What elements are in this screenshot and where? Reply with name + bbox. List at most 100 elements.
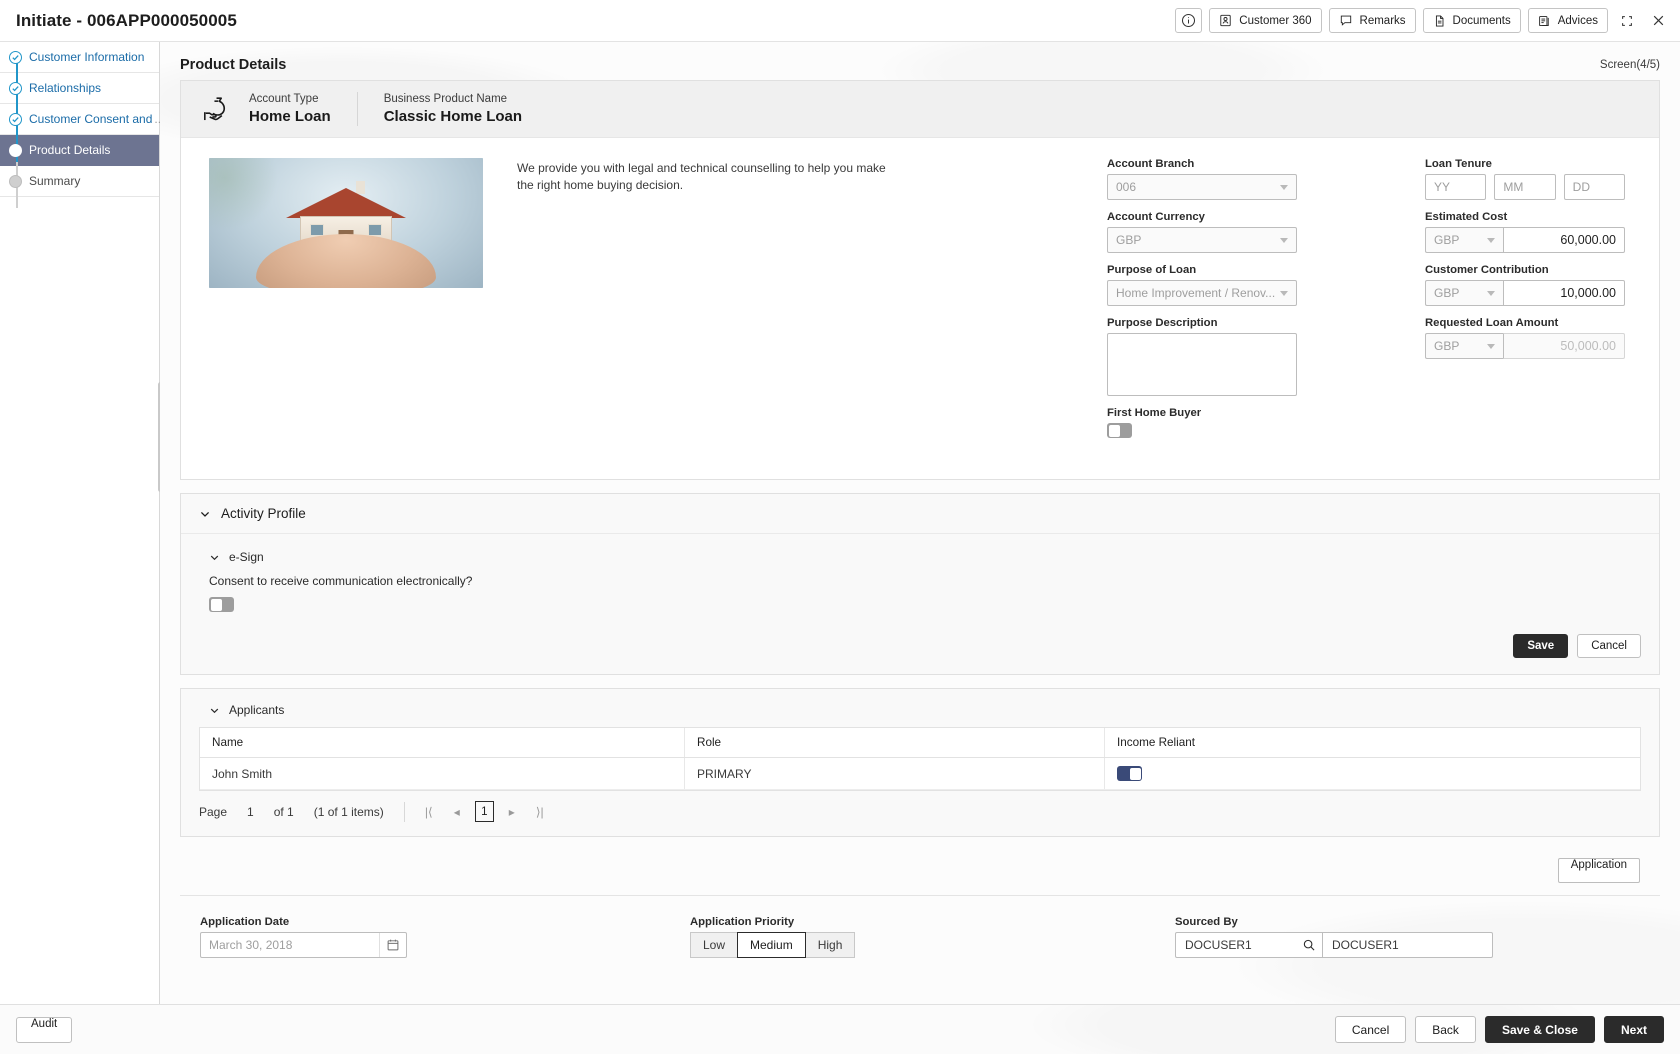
pagination-current-page[interactable]: 1: [474, 801, 494, 822]
sourced-by-name-input[interactable]: DOCUSER1: [1323, 932, 1493, 958]
sidebar-item-label: Summary: [29, 174, 81, 188]
sourced-by-code-input[interactable]: DOCUSER1: [1175, 932, 1323, 958]
activity-profile-title: Activity Profile: [221, 506, 306, 521]
loan-tenure-label: Loan Tenure: [1425, 158, 1492, 170]
cancel-button[interactable]: Cancel: [1334, 1016, 1407, 1043]
user-card-icon: [1219, 14, 1232, 27]
applicants-table: Name Role Income Reliant John Smith PRIM…: [199, 727, 1641, 791]
estimated-cost-amount-input[interactable]: 60,000.00: [1503, 227, 1625, 253]
sidebar-item-customer-consent[interactable]: Customer Consent and ...: [0, 104, 164, 135]
info-button[interactable]: [1175, 8, 1203, 33]
cell-name: John Smith: [200, 758, 685, 789]
remarks-button[interactable]: Remarks: [1328, 8, 1416, 33]
account-currency-group: Account Currency GBP: [1107, 211, 1297, 253]
applicants-header[interactable]: Applicants: [181, 689, 1659, 719]
back-button[interactable]: Back: [1415, 1016, 1476, 1043]
esign-consent-toggle[interactable]: [209, 597, 234, 612]
purpose-of-loan-value: Home Improvement / Renov...: [1116, 286, 1276, 300]
customer-contribution-amount-input[interactable]: 10,000.00: [1503, 280, 1625, 306]
documents-button[interactable]: Documents: [1422, 8, 1521, 33]
priority-option-medium[interactable]: Medium: [737, 932, 806, 958]
customer-contribution-group: Customer Contribution GBP 10,000.00: [1425, 264, 1625, 306]
calendar-icon[interactable]: [379, 933, 406, 957]
loan-tenure-mm-input[interactable]: MM: [1494, 174, 1556, 200]
application-button[interactable]: Application: [1557, 858, 1640, 883]
requested-loan-amount-currency-value: GBP: [1434, 339, 1460, 353]
audit-button[interactable]: Audit: [16, 1016, 73, 1043]
application-date-label: Application Date: [200, 916, 290, 928]
purpose-of-loan-select[interactable]: Home Improvement / Renov...: [1107, 280, 1297, 306]
requested-loan-amount-label: Requested Loan Amount: [1425, 317, 1559, 329]
account-type-block: Account Type Home Loan: [249, 92, 357, 126]
sidebar-item-label: Product Details: [29, 143, 111, 157]
loan-tenure-dd-input[interactable]: DD: [1563, 174, 1625, 200]
sidebar-item-customer-information[interactable]: Customer Information: [0, 42, 159, 73]
save-and-close-button[interactable]: Save & Close: [1484, 1016, 1595, 1043]
table-header: Name Role Income Reliant: [200, 728, 1640, 758]
customer-360-button[interactable]: Customer 360: [1209, 8, 1322, 33]
speech-bubble-icon: [1339, 14, 1353, 27]
sidebar-item-label: Customer Consent and: [29, 112, 153, 126]
search-icon[interactable]: [1302, 938, 1316, 952]
applicants-title: Applicants: [229, 703, 285, 717]
customer-contribution-currency-value: GBP: [1434, 286, 1460, 300]
sourced-by-code-value: DOCUSER1: [1185, 938, 1252, 952]
minimize-button[interactable]: [1615, 9, 1639, 33]
remarks-label: Remarks: [1359, 14, 1406, 27]
business-product-label: Business Product Name: [383, 93, 508, 105]
first-home-buyer-toggle[interactable]: [1107, 423, 1132, 438]
business-product-value: Classic Home Loan: [383, 108, 523, 125]
activity-profile-save-button[interactable]: Save: [1513, 634, 1569, 658]
purpose-description-textarea[interactable]: [1107, 333, 1297, 396]
documents-label: Documents: [1452, 14, 1511, 27]
account-type-value: Home Loan: [249, 108, 331, 125]
next-page-icon[interactable]: ▸: [502, 802, 522, 822]
requested-loan-amount-input: 50,000.00: [1503, 333, 1625, 359]
first-page-icon[interactable]: |⟨: [419, 802, 439, 822]
last-page-icon[interactable]: ⟩|: [530, 802, 550, 822]
advices-button[interactable]: Advices: [1527, 8, 1608, 33]
sidebar-item-summary[interactable]: Summary: [0, 166, 159, 197]
account-branch-select[interactable]: 006: [1107, 174, 1297, 200]
pagination-divider: [403, 801, 405, 822]
application-date-input[interactable]: March 30, 2018: [200, 932, 407, 958]
step-check-icon: [9, 50, 22, 64]
activity-profile-header[interactable]: Activity Profile: [181, 494, 1659, 534]
form-column-right: Loan Tenure YY MM DD Estimated Cost GBP …: [1425, 158, 1625, 449]
activity-profile-cancel-button[interactable]: Cancel: [1577, 634, 1641, 658]
estimated-cost-currency-select[interactable]: GBP: [1425, 227, 1503, 253]
application-window: Initiate - 006APP000050005 Customer 360 …: [0, 0, 1680, 1054]
activity-profile-section: Activity Profile e-Sign Consent to recei…: [180, 493, 1660, 675]
priority-option-high[interactable]: High: [804, 932, 856, 958]
pagination-page-number: 1: [247, 804, 254, 819]
priority-option-low[interactable]: Low: [690, 932, 739, 958]
customer-360-label: Customer 360: [1239, 14, 1312, 27]
cell-income-reliant: [1105, 758, 1640, 789]
customer-contribution-currency-select[interactable]: GBP: [1425, 280, 1503, 306]
close-button[interactable]: [1646, 9, 1670, 33]
next-button[interactable]: Next: [1603, 1016, 1664, 1043]
footer-bar: Audit Cancel Back Save & Close Next: [0, 1004, 1680, 1054]
collapse-icon: [1620, 14, 1634, 28]
product-description: We provide you with legal and technical …: [517, 161, 886, 192]
esign-header[interactable]: e-Sign: [181, 534, 1659, 564]
application-priority-label: Application Priority: [690, 916, 795, 928]
loan-tenure-yy-input[interactable]: YY: [1425, 174, 1487, 200]
estimated-cost-currency-value: GBP: [1434, 233, 1460, 247]
customer-contribution-field: GBP 10,000.00: [1425, 280, 1625, 306]
step-check-icon: [9, 112, 22, 126]
income-reliant-toggle[interactable]: [1117, 766, 1142, 781]
customer-contribution-label: Customer Contribution: [1425, 264, 1549, 276]
applicants-section: Applicants Name Role Income Reliant John…: [180, 688, 1660, 837]
chevron-down-icon: [1487, 343, 1495, 349]
body: Customer Information Relationships Custo…: [0, 42, 1680, 1004]
info-icon: [1181, 13, 1196, 28]
sidebar-item-relationships[interactable]: Relationships: [0, 73, 159, 104]
previous-page-icon[interactable]: ◂: [447, 802, 467, 822]
account-currency-select[interactable]: GBP: [1107, 227, 1297, 253]
wizard-sidebar: Customer Information Relationships Custo…: [0, 42, 164, 1004]
loan-tenure-group: Loan Tenure YY MM DD: [1425, 158, 1625, 200]
sidebar-item-product-details[interactable]: Product Details: [0, 135, 159, 166]
table-row[interactable]: John Smith PRIMARY: [200, 758, 1640, 790]
purpose-description-group: Purpose Description: [1107, 317, 1297, 396]
